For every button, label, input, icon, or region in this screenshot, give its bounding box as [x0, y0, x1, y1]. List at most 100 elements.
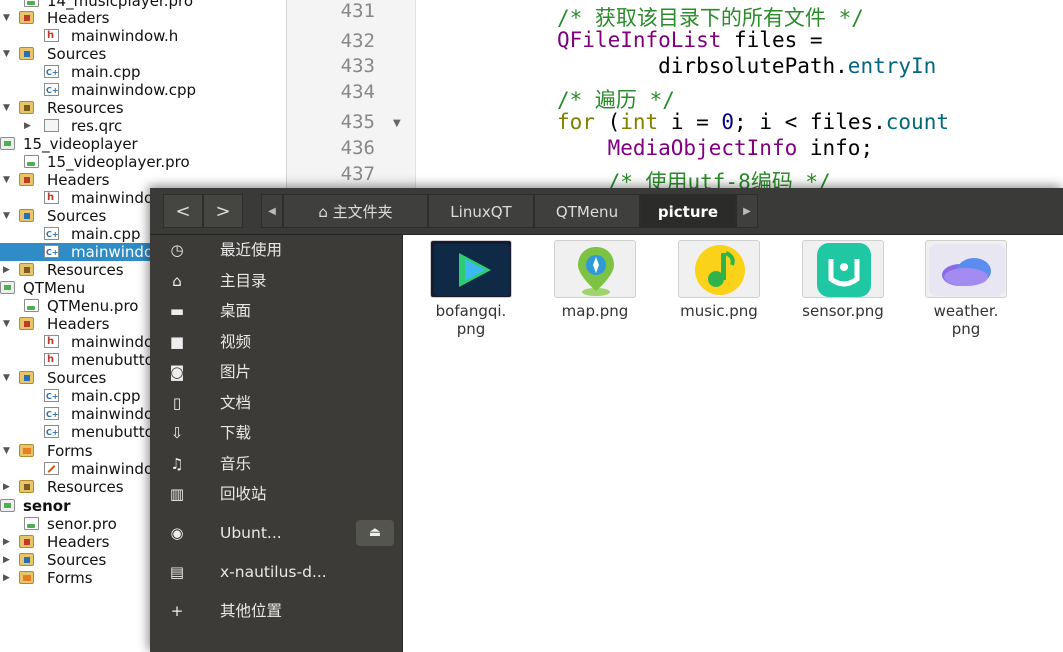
project-icon [0, 499, 15, 512]
line-number: 437 [340, 163, 375, 185]
tree-item[interactable]: 15_videoplayer.pro [0, 153, 286, 171]
breadcrumb-scroll-right-button[interactable]: ▶ [736, 194, 758, 228]
header-file-icon [44, 27, 59, 45]
sources-folder-icon [19, 209, 34, 222]
place-desktop[interactable]: ▬ 桌面 [150, 296, 402, 326]
place-network-drive[interactable]: ▤ x-nautilus-d... [150, 557, 402, 587]
file-item-map[interactable]: map.png [545, 240, 645, 340]
file-item-bofangqi[interactable]: bofangqi. png [421, 240, 521, 340]
header-file-icon [44, 333, 59, 351]
breadcrumb-scroll-left-button[interactable]: ◀ [261, 194, 283, 228]
download-icon: ⇩ [170, 424, 184, 442]
collapse-arrow-icon[interactable]: ▶ [3, 551, 10, 569]
cpp-file-icon [44, 388, 59, 406]
weather-cloud-app-icon [925, 240, 1007, 298]
pro-file-icon [24, 517, 39, 530]
breadcrumb-home[interactable]: ⌂ 主文件夹 [283, 194, 428, 228]
tree-item[interactable]: ▼ Headers [0, 9, 286, 27]
file-item-sensor[interactable]: sensor.png [793, 240, 893, 340]
tree-item[interactable]: ▼ Sources [0, 45, 286, 63]
expand-arrow-icon[interactable]: ▼ [3, 369, 10, 387]
resources-folder-icon [19, 263, 34, 276]
tree-item[interactable]: mainwindow.cpp [0, 81, 286, 100]
tree-item[interactable]: main.cpp [0, 63, 286, 82]
line-number: 434 [340, 81, 375, 103]
cpp-file-icon [44, 244, 59, 262]
expand-arrow-icon[interactable]: ▼ [3, 315, 10, 333]
forward-button[interactable]: > [203, 194, 243, 228]
headers-folder-icon [19, 317, 34, 330]
cpp-file-icon [44, 424, 59, 442]
collapse-arrow-icon[interactable]: ▶ [3, 533, 10, 551]
expand-arrow-icon[interactable]: ▼ [3, 99, 10, 117]
sensor-app-icon [802, 240, 884, 298]
code-line[interactable]: QFileInfoList files = [557, 28, 823, 52]
collapse-arrow-icon[interactable]: ▶ [3, 261, 10, 279]
expand-arrow-icon[interactable]: ▼ [3, 171, 10, 189]
collapse-arrow-icon[interactable]: ▶ [3, 478, 10, 496]
tree-item[interactable]: ▼ Headers [0, 171, 286, 189]
home-icon: ⌂ [318, 203, 328, 221]
headers-folder-icon [19, 11, 34, 24]
code-line[interactable]: dirbsolutePath.entryIn [557, 54, 936, 78]
desktop-folder-icon: ▬ [169, 302, 185, 320]
tree-item[interactable]: ▶ res.qrc [0, 117, 286, 135]
place-documents[interactable]: ▯ 文档 [150, 388, 402, 418]
code-line[interactable]: /* 使用utf-8编码 */ [557, 166, 831, 190]
cpp-file-icon [44, 406, 59, 424]
header-file-icon [44, 351, 59, 369]
place-home[interactable]: ⌂ 主目录 [150, 266, 402, 296]
place-other-locations[interactable]: + 其他位置 [150, 596, 402, 626]
expand-arrow-icon[interactable]: ▼ [3, 9, 10, 27]
collapse-arrow-icon[interactable]: ▶ [24, 117, 31, 135]
place-ubuntu-disc[interactable]: ◉ Ubunt... ⏏ [150, 518, 402, 548]
code-line[interactable]: for (int i = 0; i < files.count [557, 110, 949, 134]
fold-marker-icon[interactable]: ▼ [393, 118, 401, 129]
expand-arrow-icon[interactable]: ▼ [3, 207, 10, 225]
code-line[interactable]: MediaObjectInfo info; [557, 136, 874, 160]
place-downloads[interactable]: ⇩ 下载 [150, 418, 402, 448]
home-icon: ⌂ [172, 272, 182, 290]
place-videos[interactable]: ■ 视频 [150, 327, 402, 357]
place-trash[interactable]: ▥ 回收站 [150, 479, 402, 509]
resources-folder-icon [19, 101, 34, 114]
map-pin-app-icon [554, 240, 636, 298]
expand-arrow-icon[interactable]: ▼ [3, 45, 10, 63]
breadcrumb-qtmenu[interactable]: QTMenu [534, 194, 640, 228]
forms-folder-icon [19, 571, 34, 584]
line-number: 436 [340, 137, 375, 159]
sources-folder-icon [19, 371, 34, 384]
header-file-icon [44, 189, 59, 207]
code-editor[interactable]: 431 432 433 434 435 ▼ 436 437 /* 获取该目录下的… [287, 0, 1063, 190]
trash-icon: ▥ [169, 485, 185, 503]
file-grid[interactable]: bofangqi. png map.png music.png sensor.p… [403, 235, 1063, 652]
breadcrumb-picture[interactable]: picture [640, 194, 736, 228]
music-note-icon: ♫ [170, 455, 184, 473]
place-pictures[interactable]: ◙ 图片 [150, 357, 402, 387]
headers-folder-icon [19, 173, 34, 186]
cpp-file-icon [44, 82, 59, 100]
tree-item[interactable]: mainwindow.h [0, 27, 286, 45]
project-icon [0, 281, 15, 294]
camera-icon: ◙ [169, 363, 185, 381]
tree-item[interactable]: ▼ Resources [0, 99, 286, 117]
file-item-music[interactable]: music.png [669, 240, 769, 340]
breadcrumb-linuxqt[interactable]: LinuxQT [428, 194, 534, 228]
sources-folder-icon [19, 553, 34, 566]
collapse-arrow-icon[interactable]: ▶ [3, 569, 10, 587]
line-number: 431 [340, 0, 375, 22]
file-manager-header-bar: < > ◀ ⌂ 主文件夹 LinuxQT QTMenu picture ▶ [150, 188, 1063, 235]
expand-arrow-icon[interactable]: ▼ [3, 442, 10, 460]
place-recent[interactable]: ◷ 最近使用 [150, 235, 402, 265]
back-button[interactable]: < [163, 194, 203, 228]
qrc-file-icon [44, 119, 59, 132]
file-manager-window[interactable]: < > ◀ ⌂ 主文件夹 LinuxQT QTMenu picture ▶ ◷ … [150, 188, 1063, 652]
place-music[interactable]: ♫ 音乐 [150, 449, 402, 479]
line-number: 433 [340, 55, 375, 77]
file-item-weather[interactable]: weather. png [916, 240, 1016, 340]
tree-item[interactable]: 15_videoplayer [0, 135, 286, 153]
line-number: 432 [340, 30, 375, 52]
resources-folder-icon [19, 480, 34, 493]
line-number-gutter: 431 432 433 434 435 ▼ 436 437 [287, 0, 416, 190]
eject-button[interactable]: ⏏ [356, 520, 394, 546]
